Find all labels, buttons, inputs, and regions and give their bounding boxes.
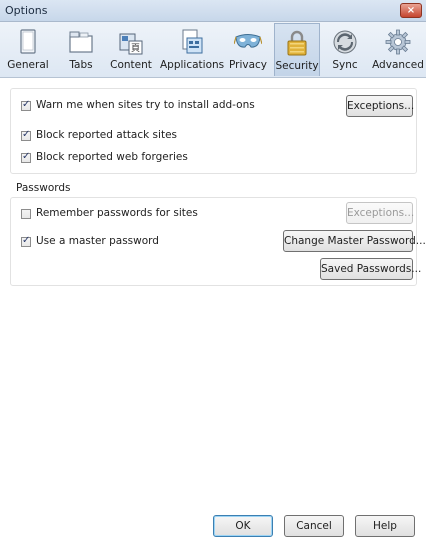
ok-button[interactable]: OK	[213, 515, 273, 537]
tab-sync[interactable]: Sync	[324, 23, 366, 76]
tab-security[interactable]: Security	[274, 23, 320, 76]
window-icon	[20, 29, 36, 54]
sync-icon	[333, 30, 357, 54]
passwords-caption: Passwords	[16, 182, 71, 194]
padlock-icon	[287, 30, 307, 56]
tab-label: Tabs	[69, 59, 93, 71]
help-button[interactable]: Help	[355, 515, 415, 537]
window-title: Options	[5, 4, 48, 17]
tab-advanced[interactable]: Advanced	[372, 23, 424, 76]
block-attack-label: Block reported attack sites	[36, 129, 177, 141]
content-icon: 頁	[119, 33, 143, 55]
saved-passwords-button[interactable]: Saved Passwords...	[320, 258, 421, 280]
tab-privacy[interactable]: Privacy	[226, 23, 270, 76]
tab-label: Content	[110, 59, 152, 71]
title-bar: Options ×	[0, 0, 426, 22]
block-forgeries-label: Block reported web forgeries	[36, 151, 188, 163]
passwords-group: Remember passwords for sites Exceptions.…	[10, 197, 426, 286]
tab-general[interactable]: General	[6, 23, 50, 76]
tab-applications[interactable]: Applications	[160, 23, 225, 76]
applications-icon	[182, 29, 203, 54]
remember-passwords-checkbox[interactable]	[21, 209, 31, 219]
passwords-exceptions-button[interactable]: Exceptions...	[346, 202, 414, 224]
close-button[interactable]: ×	[400, 3, 422, 18]
tab-content[interactable]: 頁 Content	[108, 23, 154, 76]
master-password-label: Use a master password	[36, 235, 159, 247]
change-master-password-button[interactable]: Change Master Password...	[283, 230, 426, 252]
tab-label: Security	[275, 60, 319, 72]
tab-label: General	[7, 59, 49, 71]
tab-label: Sync	[332, 59, 358, 71]
tab-label: Applications	[160, 59, 225, 71]
tabs-icon	[69, 31, 93, 53]
remember-passwords-label: Remember passwords for sites	[36, 207, 198, 219]
block-forgeries-checkbox[interactable]	[21, 151, 31, 163]
block-attack-checkbox[interactable]	[21, 129, 31, 141]
gear-icon	[385, 29, 411, 55]
mask-icon	[234, 34, 262, 48]
warn-addons-label: Warn me when sites try to install add-on…	[36, 99, 255, 111]
svg-text:頁: 頁	[131, 43, 140, 54]
master-password-checkbox[interactable]	[21, 235, 31, 247]
tab-label: Privacy	[228, 59, 268, 71]
addons-exceptions-button[interactable]: Exceptions...	[346, 95, 414, 117]
category-toolbar: General Tabs 頁 Content Applications Priv…	[0, 22, 426, 78]
addons-group: Warn me when sites try to install add-on…	[10, 88, 417, 174]
tab-tabs[interactable]: Tabs	[62, 23, 100, 76]
warn-addons-checkbox[interactable]	[21, 99, 31, 111]
tab-label: Advanced	[372, 59, 424, 71]
cancel-button[interactable]: Cancel	[284, 515, 344, 537]
